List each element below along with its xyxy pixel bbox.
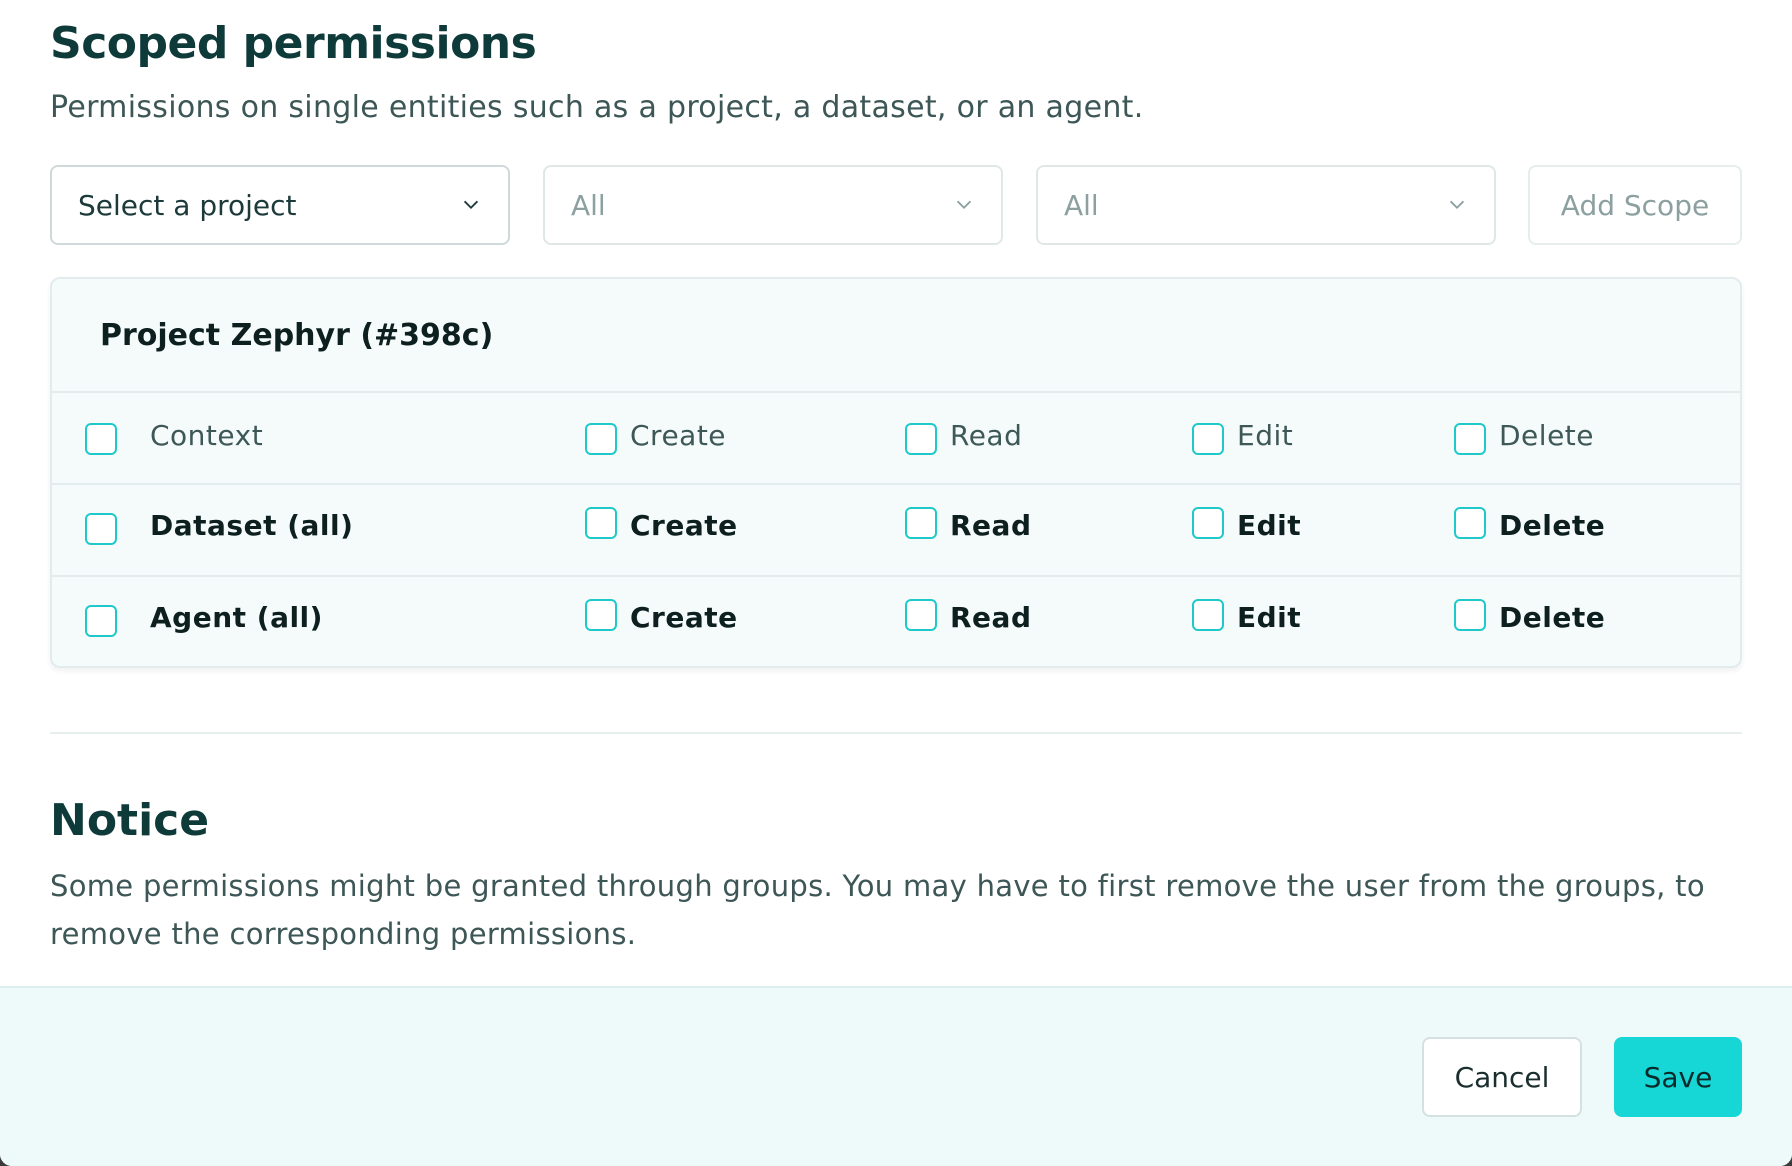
save-button[interactable]: Save (1614, 1037, 1742, 1117)
dataset-edit-label: Edit (1237, 509, 1302, 542)
dataset-read-label: Read (950, 509, 1032, 542)
context-create-checkbox[interactable] (585, 423, 617, 455)
agent-read-label: Read (950, 601, 1032, 634)
dataset-create-label: Create (630, 509, 738, 542)
context-read-checkbox[interactable] (905, 423, 937, 455)
agent-checkbox[interactable] (85, 605, 117, 637)
add-scope-button[interactable]: Add Scope (1528, 165, 1742, 245)
permissions-modal: Scoped permissions Permissions on single… (0, 0, 1792, 1166)
context-edit-checkbox[interactable] (1192, 423, 1224, 455)
dataset-create-checkbox[interactable] (585, 507, 617, 539)
notice-text: Some permissions might be granted throug… (50, 869, 1705, 951)
permission-row-agent: Agent (all) Create Read Edit Delete (52, 577, 1740, 666)
notice-title: Notice (50, 795, 210, 846)
agent-edit-label: Edit (1237, 601, 1302, 634)
dataset-label: Dataset (all) (150, 509, 354, 542)
project-select-value: Select a project (78, 188, 297, 222)
dataset-read-checkbox[interactable] (905, 507, 937, 539)
agent-delete-label: Delete (1499, 601, 1606, 634)
permission-row-context: Context Create Read Edit Delete (52, 393, 1740, 485)
context-delete-label: Delete (1499, 419, 1594, 452)
permission-row-dataset: Dataset (all) Create Read Edit Delete (52, 485, 1740, 577)
scope-card: Project Zephyr (#398c) Context Create Re… (50, 277, 1742, 668)
dataset-delete-checkbox[interactable] (1454, 507, 1486, 539)
scope-project-name: Project Zephyr (#398c) (52, 279, 1740, 393)
chevron-down-icon (1449, 200, 1465, 210)
entity-type-select[interactable]: All (543, 165, 1003, 245)
chevron-down-icon (956, 200, 972, 210)
context-checkbox[interactable] (85, 423, 117, 455)
context-delete-checkbox[interactable] (1454, 423, 1486, 455)
chevron-down-icon (463, 200, 479, 210)
agent-create-label: Create (630, 601, 738, 634)
entity-type-select-value: All (571, 188, 606, 222)
agent-edit-checkbox[interactable] (1192, 599, 1224, 631)
context-label: Context (150, 419, 264, 452)
context-create-label: Create (630, 419, 727, 452)
agent-label: Agent (all) (150, 601, 323, 634)
cancel-button[interactable]: Cancel (1422, 1037, 1582, 1117)
dataset-checkbox[interactable] (85, 513, 117, 545)
section-divider (50, 732, 1742, 734)
entity-select-value: All (1064, 188, 1099, 222)
dataset-delete-label: Delete (1499, 509, 1606, 542)
scoped-permissions-title: Scoped permissions (50, 18, 537, 69)
agent-read-checkbox[interactable] (905, 599, 937, 631)
project-select[interactable]: Select a project (50, 165, 510, 245)
context-edit-label: Edit (1237, 419, 1294, 452)
context-read-label: Read (950, 419, 1023, 452)
dataset-edit-checkbox[interactable] (1192, 507, 1224, 539)
scoped-permissions-description: Permissions on single entities such as a… (50, 90, 1144, 125)
entity-select[interactable]: All (1036, 165, 1496, 245)
agent-delete-checkbox[interactable] (1454, 599, 1486, 631)
agent-create-checkbox[interactable] (585, 599, 617, 631)
